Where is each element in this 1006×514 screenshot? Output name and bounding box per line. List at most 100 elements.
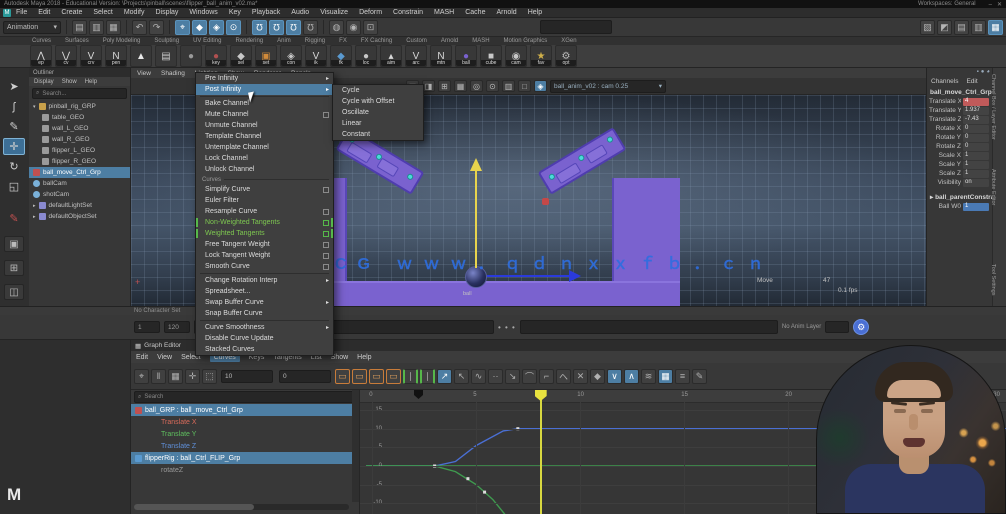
open-scene-icon[interactable]: ▥ bbox=[89, 20, 104, 35]
menubar-item-windows[interactable]: Windows bbox=[189, 9, 217, 16]
shelf-tab-rendering[interactable]: Rendering bbox=[235, 38, 263, 44]
menubar-item-deform[interactable]: Deform bbox=[359, 9, 382, 16]
select-mask-object-icon[interactable]: ◆ bbox=[192, 20, 207, 35]
snap-grid-icon[interactable]: Ω bbox=[252, 20, 267, 35]
layout-four-view[interactable]: ⊞ bbox=[4, 260, 24, 276]
keyframe[interactable] bbox=[466, 477, 469, 480]
graph-toolbar-icon-9[interactable]: ·· bbox=[488, 369, 503, 384]
attribute-editor-toggle-icon[interactable]: ▤ bbox=[954, 20, 969, 35]
menu-item-weighted-tangents[interactable]: Weighted Tangents bbox=[196, 228, 333, 239]
side-tab-attribute[interactable]: Attribute Editor bbox=[990, 169, 996, 205]
snap-curve-icon[interactable]: Ω bbox=[269, 20, 284, 35]
channel-value-field[interactable]: 1 bbox=[963, 161, 989, 169]
anim-layer-label[interactable]: No Anim Layer bbox=[782, 324, 821, 330]
graph-menu-edit[interactable]: Edit bbox=[136, 354, 148, 361]
submenu-item-oscillate[interactable]: Oscillate bbox=[333, 107, 423, 118]
option-box[interactable] bbox=[323, 187, 329, 193]
graph-tool-icon-2[interactable]: ▦ bbox=[168, 369, 183, 384]
menu-item-curve-smoothness[interactable]: Curve Smoothness▸ bbox=[196, 322, 333, 333]
graph-outliner-row[interactable]: rotateZ bbox=[131, 464, 359, 476]
channel-row[interactable]: Translate Y1.937 bbox=[927, 106, 992, 115]
shelf-button-sel[interactable]: ◆sel bbox=[230, 45, 252, 67]
menubar-item-edit[interactable]: Edit bbox=[38, 9, 50, 16]
expand-icon[interactable]: ▸ bbox=[33, 214, 36, 220]
menu-item-change-rotation-interp[interactable]: Change Rotation Interp▸ bbox=[196, 275, 333, 286]
select-mask-component-icon[interactable]: ◈ bbox=[209, 20, 224, 35]
graph-tool-icon-0[interactable]: ⌖ bbox=[134, 369, 149, 384]
outliner-item-flipper_R_GEO[interactable]: flipper_R_GEO bbox=[29, 156, 130, 167]
channel-row[interactable]: Scale Z1 bbox=[927, 169, 992, 178]
graph-outliner-row[interactable]: Translate Y bbox=[131, 428, 359, 440]
outliner-item-table_GEO[interactable]: table_GEO bbox=[29, 112, 130, 123]
window-controls[interactable]: –✕ bbox=[984, 1, 1002, 8]
floor-geometry[interactable] bbox=[300, 281, 680, 306]
shelf-tab-curves[interactable]: Curves bbox=[32, 38, 51, 44]
graph-toolbar-icon-12[interactable]: ⌐ bbox=[539, 369, 554, 384]
menubar-item-audio[interactable]: Audio bbox=[291, 9, 309, 16]
channel-box-toggle-icon[interactable]: ▦ bbox=[988, 20, 1003, 35]
graph-toolbar-icon-0[interactable]: ▭ bbox=[335, 369, 350, 384]
undo-icon[interactable]: ↶ bbox=[132, 20, 147, 35]
shelf-tab-rigging[interactable]: Rigging bbox=[305, 38, 325, 44]
channel-row[interactable]: Translate Z-7.43 bbox=[927, 115, 992, 124]
workspace-label[interactable]: Workspaces: General bbox=[918, 1, 976, 7]
menu-item-pre-infinity[interactable]: Pre Infinity▸ bbox=[196, 73, 333, 84]
time-slider[interactable]: No Character Set bbox=[0, 306, 1006, 315]
shelf-button-loc[interactable]: ●loc bbox=[355, 45, 377, 67]
option-box[interactable] bbox=[323, 220, 329, 226]
anim-curve-translateY[interactable] bbox=[366, 466, 510, 514]
current-time-marker[interactable] bbox=[540, 390, 542, 514]
outliner-item-ball_move_Ctrl_Grp[interactable]: ball_move_Ctrl_Grp bbox=[29, 167, 130, 178]
playback-start-field[interactable]: 1 bbox=[134, 321, 160, 333]
graph-toolbar-icon-3[interactable]: ▭ bbox=[386, 369, 401, 384]
menu-item-lock-channel[interactable]: Lock Channel bbox=[196, 153, 333, 164]
graph-tool-icon-3[interactable]: ✛ bbox=[185, 369, 200, 384]
viewport-menu-shading[interactable]: Shading bbox=[161, 70, 185, 77]
new-scene-icon[interactable]: ▤ bbox=[72, 20, 87, 35]
menu-item-free-tangent-weight[interactable]: Free Tangent Weight bbox=[196, 239, 333, 250]
submenu-item-linear[interactable]: Linear bbox=[333, 118, 423, 129]
channel-value-field[interactable]: 4 bbox=[963, 98, 989, 106]
menubar-item-display[interactable]: Display bbox=[155, 9, 178, 16]
shelf-tab-arnold[interactable]: Arnold bbox=[441, 38, 458, 44]
viewport-toolbar-icon-5[interactable]: ⊙ bbox=[486, 80, 499, 92]
shelf-button-item4[interactable]: ▲ bbox=[130, 45, 152, 67]
graph-toolbar-icon-10[interactable]: ↘ bbox=[505, 369, 520, 384]
side-tab-channel[interactable]: Channel Box / Layer Editor bbox=[990, 74, 996, 140]
graph-toolbar-icon-19[interactable]: ▦ bbox=[658, 369, 673, 384]
viewport-toolbar-icon-6[interactable]: ▥ bbox=[502, 80, 515, 92]
horizontal-scrollbar[interactable] bbox=[134, 504, 349, 510]
viewport-toolbar-icon-4[interactable]: ◎ bbox=[470, 80, 483, 92]
outliner-menu-help[interactable]: Help bbox=[85, 79, 97, 85]
cb-display-icon[interactable]: ● bbox=[981, 69, 985, 75]
submenu-item-constant[interactable]: Constant bbox=[333, 129, 423, 140]
menu-item-mute-channel[interactable]: Mute Channel bbox=[196, 109, 333, 120]
menu-item-template-channel[interactable]: Template Channel bbox=[196, 131, 333, 142]
manipulator-x-axis[interactable] bbox=[487, 275, 569, 277]
viewport-toolbar-icon-3[interactable]: ▦ bbox=[454, 80, 467, 92]
submenu-item-cycle[interactable]: Cycle bbox=[333, 85, 423, 96]
graph-toolbar-icon-16[interactable]: ∨ bbox=[607, 369, 622, 384]
menu-item-spreadsheet-[interactable]: Spreadsheet... bbox=[196, 286, 333, 297]
redo-icon[interactable]: ↷ bbox=[149, 20, 164, 35]
channel-value-field[interactable]: -7.43 bbox=[963, 116, 989, 124]
menu-item-stacked-curves[interactable]: Stacked Curves bbox=[196, 344, 333, 355]
channel-box-menu-edit[interactable]: Edit bbox=[966, 78, 977, 85]
outliner-search-input[interactable]: ⌕ Search... bbox=[32, 88, 127, 99]
menu-item-unmute-channel[interactable]: Unmute Channel bbox=[196, 120, 333, 131]
select-mask-asset-icon[interactable]: ⊙ bbox=[226, 20, 241, 35]
graph-tool-icon-4[interactable]: ⬚ bbox=[202, 369, 217, 384]
menubar-item-cache[interactable]: Cache bbox=[465, 9, 485, 16]
last-tool[interactable]: ✎ bbox=[3, 210, 25, 227]
menu-item-lock-tangent-weight[interactable]: Lock Tangent Weight bbox=[196, 250, 333, 261]
select-mask-hierarchy-icon[interactable]: ⌖ bbox=[175, 20, 190, 35]
graph-outliner-row[interactable]: flipperRig : ball_Ctrl_FLIP_Grp bbox=[131, 452, 359, 464]
menubar-item-playback[interactable]: Playback bbox=[252, 9, 280, 16]
option-box[interactable] bbox=[323, 112, 329, 118]
menubar-item-select[interactable]: Select bbox=[93, 9, 112, 16]
manipulator-y-arrowhead[interactable] bbox=[470, 158, 482, 171]
shelf-tab-anim[interactable]: Anim bbox=[277, 38, 291, 44]
graph-toolbar-icon-8[interactable]: ∿ bbox=[471, 369, 486, 384]
menubar-item-key[interactable]: Key bbox=[229, 9, 241, 16]
option-box[interactable] bbox=[323, 264, 329, 270]
